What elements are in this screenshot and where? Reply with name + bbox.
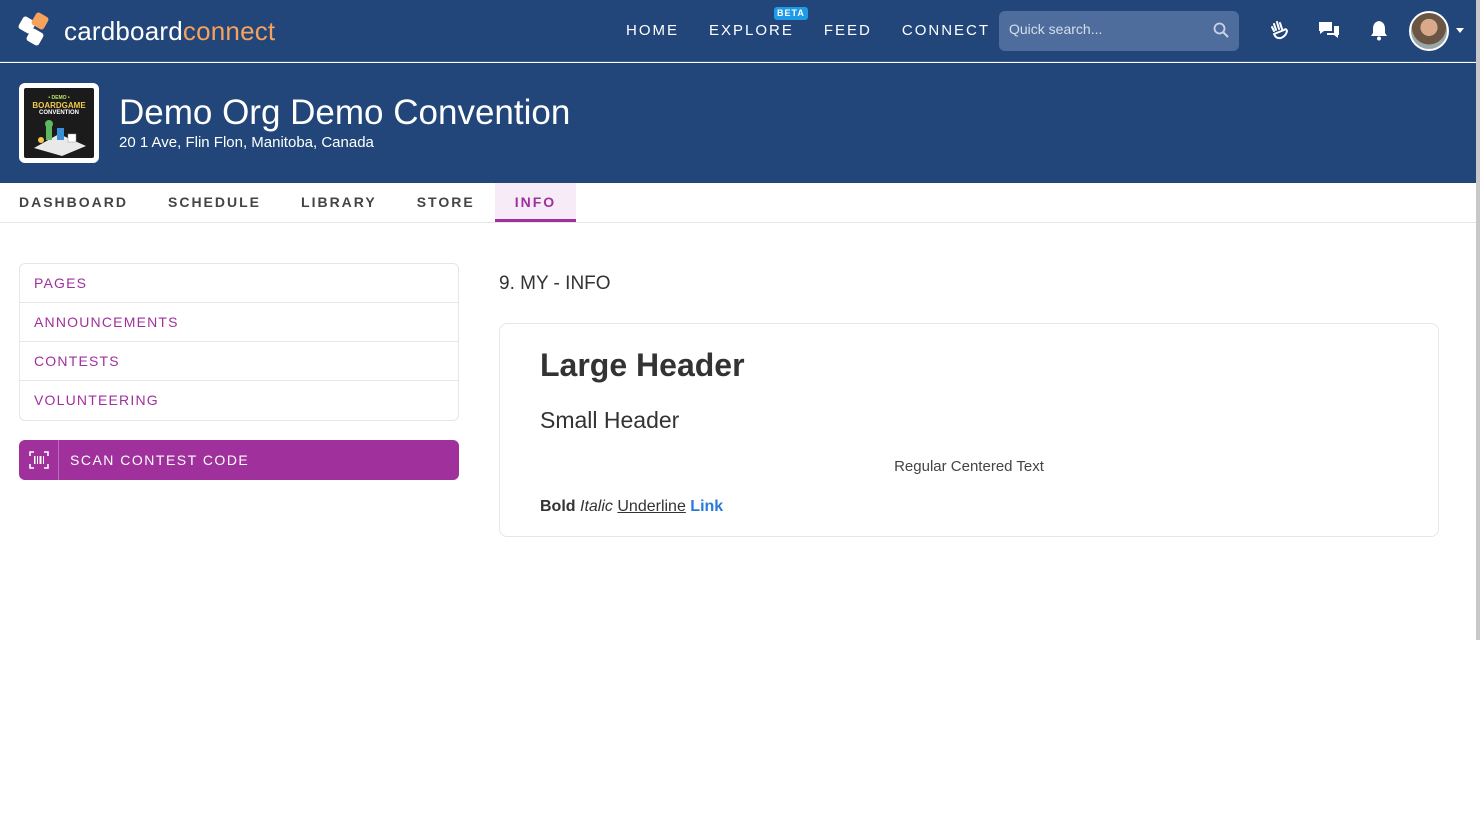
nav-feed-label: FEED [823, 22, 872, 39]
nav-explore-label: EXPLORE [709, 22, 794, 39]
convention-logo: • DEMO • BOARDGAME CONVENTION [19, 83, 99, 163]
underline-text: Underline [617, 498, 686, 515]
brand-name: cardboardconnect [64, 16, 275, 46]
main-nav: HOME EXPLORE BETA FEED CONNECT [626, 7, 1020, 41]
scan-icon-wrap [19, 440, 59, 480]
org-header: • DEMO • BOARDGAME CONVENTION Demo Org D… [0, 63, 1480, 183]
sidebar-item-pages[interactable]: PAGES [20, 264, 458, 303]
chevron-down-icon[interactable] [1456, 28, 1464, 33]
quick-search [999, 11, 1239, 51]
nav-feed[interactable]: FEED [824, 21, 872, 41]
large-header: Large Header [540, 347, 745, 383]
search-icon[interactable] [1213, 22, 1229, 38]
top-navbar: cardboardconnect HOME EXPLORE BETA FEED C… [0, 0, 1480, 62]
nav-connect-label: CONNECT [901, 22, 991, 39]
scan-contest-code-button[interactable]: SCAN CONTEST CODE [19, 440, 459, 480]
centered-text: Regular Centered Text [894, 458, 1044, 475]
nav-home[interactable]: HOME [626, 21, 679, 41]
page-title: 9. MY - INFO [499, 273, 611, 294]
tab-info[interactable]: INFO [494, 183, 577, 222]
nav-home-label: HOME [626, 22, 679, 39]
convention-address: 20 1 Ave, Flin Flon, Manitoba, Canada [119, 134, 374, 151]
board-game-pieces-icon [34, 120, 86, 156]
scan-contest-code-label: SCAN CONTEST CODE [70, 452, 250, 468]
brand-logo-icon [17, 11, 52, 48]
tab-schedule[interactable]: SCHEDULE [148, 183, 281, 222]
tab-library[interactable]: LIBRARY [281, 183, 397, 222]
tab-store[interactable]: STORE [397, 183, 495, 222]
sidebar-item-volunteering[interactable]: VOLUNTEERING [20, 381, 458, 420]
wave-hand-icon[interactable] [1268, 19, 1290, 41]
tab-dashboard[interactable]: DASHBOARD [0, 183, 148, 222]
info-page-card: Large Header Small Header Regular Center… [499, 323, 1439, 537]
search-input[interactable] [1009, 21, 1204, 37]
brand[interactable]: cardboardconnect [17, 11, 275, 48]
convention-tabs: DASHBOARD SCHEDULE LIBRARY STORE INFO [0, 183, 1480, 223]
italic-text: Italic [580, 498, 613, 515]
brand-name-part1: cardboard [64, 16, 183, 46]
small-header: Small Header [540, 407, 680, 433]
convention-title: Demo Org Demo Convention [119, 93, 571, 132]
convention-logo-image: • DEMO • BOARDGAME CONVENTION [24, 88, 94, 158]
bold-text: Bold [540, 498, 576, 515]
page-scrollbar[interactable] [1476, 0, 1480, 640]
beta-badge: BETA [774, 7, 808, 20]
bell-icon[interactable] [1368, 19, 1390, 41]
chat-bubbles-icon[interactable] [1318, 19, 1340, 41]
info-sidebar: PAGES ANNOUNCEMENTS CONTESTS VOLUNTEERIN… [19, 263, 459, 421]
user-avatar[interactable] [1409, 11, 1449, 51]
sidebar-item-contests[interactable]: CONTESTS [20, 342, 458, 381]
sidebar-item-announcements[interactable]: ANNOUNCEMENTS [20, 303, 458, 342]
barcode-scan-icon [28, 451, 49, 469]
nav-explore[interactable]: EXPLORE BETA [709, 7, 808, 41]
formatting-line: Bold Italic Underline Link [540, 497, 723, 517]
brand-name-part2: connect [182, 16, 276, 46]
nav-connect[interactable]: CONNECT [902, 21, 990, 41]
content-link[interactable]: Link [690, 498, 723, 515]
